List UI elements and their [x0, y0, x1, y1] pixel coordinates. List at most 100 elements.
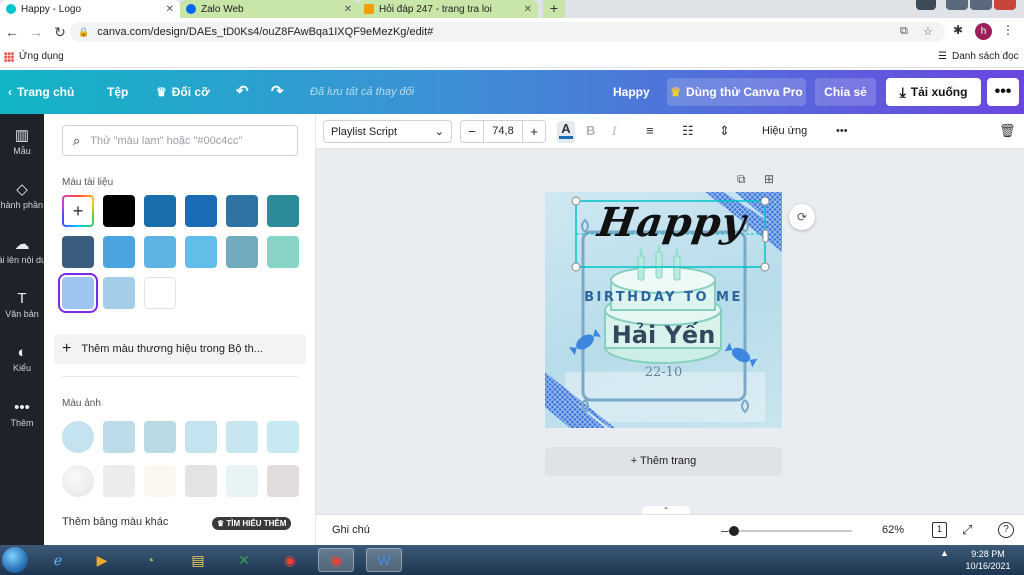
- try-canva-pro-button[interactable]: ♛ Dùng thử Canva Pro: [667, 78, 806, 106]
- notes-button[interactable]: Ghi chú: [332, 524, 370, 536]
- undo-icon[interactable]: ↶: [236, 82, 249, 100]
- color-swatch[interactable]: [185, 421, 217, 453]
- color-swatch[interactable]: [185, 236, 217, 268]
- color-swatch[interactable]: [144, 465, 176, 497]
- tab-happy-logo[interactable]: Happy - Logo ✕: [0, 0, 180, 18]
- word-icon[interactable]: W: [366, 548, 402, 572]
- new-tab-button[interactable]: +: [543, 0, 565, 18]
- more-options-button[interactable]: •••: [987, 78, 1019, 106]
- tab-zalo-web[interactable]: Zalo Web ✕: [180, 0, 358, 18]
- url-bar[interactable]: 🔒 canva.com/design/DAEs_tD0Ks4/ouZ8FAwBq…: [70, 22, 945, 42]
- color-swatch[interactable]: [144, 277, 176, 309]
- chrome-menu-kebab-icon[interactable]: ⋮: [1002, 23, 1014, 37]
- redo-icon[interactable]: ↷: [271, 82, 284, 100]
- date-text[interactable]: 22-10: [545, 365, 782, 380]
- color-swatch[interactable]: [267, 421, 299, 453]
- color-swatch[interactable]: [144, 421, 176, 453]
- color-search-input[interactable]: [90, 134, 281, 147]
- color-swatch[interactable]: [185, 465, 217, 497]
- chrome-menu-icon[interactable]: [916, 0, 936, 10]
- learn-more-button[interactable]: ♛ TÌM HIỂU THÊM: [212, 517, 292, 530]
- fullscreen-icon[interactable]: ⤢: [962, 522, 972, 538]
- color-swatch[interactable]: [185, 195, 217, 227]
- add-page-button[interactable]: + Thêm trang: [545, 447, 782, 476]
- color-search[interactable]: ⌕: [62, 125, 298, 156]
- share-button[interactable]: Chia sẻ: [815, 78, 876, 106]
- color-swatch[interactable]: [226, 195, 258, 227]
- media-player-icon[interactable]: ▶: [84, 548, 120, 572]
- font-family-select[interactable]: Playlist Script ⌄: [323, 120, 452, 143]
- bookmark-star-icon[interactable]: ☆: [923, 25, 933, 38]
- zoom-slider[interactable]: [728, 530, 852, 532]
- tab-hoi-dap[interactable]: Hỏi đáp 247 - trang tra loi ✕: [358, 0, 538, 18]
- color-swatch[interactable]: [267, 195, 299, 227]
- font-size-stepper[interactable]: − 74,8 +: [460, 120, 546, 143]
- file-menu-button[interactable]: Tệp: [107, 85, 128, 99]
- color-swatch[interactable]: [103, 195, 135, 227]
- photo-thumbnail[interactable]: [62, 465, 94, 497]
- zoom-level[interactable]: 62%: [882, 524, 904, 536]
- rail-item-text[interactable]: T Văn bản: [0, 290, 44, 319]
- color-swatch-selected[interactable]: [58, 273, 98, 313]
- excel-icon[interactable]: ✕: [226, 548, 262, 572]
- color-swatch[interactable]: [103, 277, 135, 309]
- font-size-value[interactable]: 74,8: [483, 121, 523, 142]
- color-swatch[interactable]: [267, 236, 299, 268]
- rail-item-uploads[interactable]: ☁ Tải lên nội dung ...: [0, 235, 66, 265]
- rotate-handle-icon[interactable]: ⟳: [789, 204, 815, 230]
- help-icon[interactable]: ?: [998, 522, 1014, 538]
- internet-explorer-icon[interactable]: ℯ: [40, 548, 76, 572]
- maximize-window-button[interactable]: [970, 0, 992, 10]
- close-tab-icon[interactable]: ✕: [166, 4, 174, 15]
- file-explorer-icon[interactable]: ▤: [180, 548, 216, 572]
- photo-thumbnail[interactable]: [62, 421, 94, 453]
- add-page-icon[interactable]: ⊞: [764, 172, 774, 186]
- color-swatch[interactable]: [144, 236, 176, 268]
- zoom-slider-handle[interactable]: [729, 526, 740, 536]
- birthday-text[interactable]: BIRTHDAY TO ME: [545, 290, 782, 305]
- rail-item-elements[interactable]: ◇ Thành phần: [0, 180, 44, 210]
- reading-list-button[interactable]: ☰ Danh sách đọc: [938, 51, 1019, 62]
- color-swatch[interactable]: [267, 465, 299, 497]
- system-clock[interactable]: 9:28 PM 10/16/2021: [958, 548, 1018, 572]
- profile-avatar[interactable]: h: [975, 23, 992, 40]
- name-text[interactable]: Hải Yến: [545, 321, 782, 349]
- effects-button[interactable]: Hiệu ứng: [762, 125, 807, 137]
- more-options-icon[interactable]: •••: [836, 125, 848, 137]
- design-title[interactable]: Happy: [613, 85, 650, 99]
- happy-text[interactable]: Happy: [594, 199, 751, 246]
- design-page[interactable]: Happy BIRTHDAY TO ME Hải Yến 22-10: [545, 192, 782, 428]
- rail-item-more[interactable]: ••• Thêm: [0, 399, 44, 428]
- home-button[interactable]: ‹ Trang chủ: [8, 85, 74, 99]
- tray-arrow-icon[interactable]: ▲: [940, 548, 949, 558]
- add-brand-colors-button[interactable]: + Thêm màu thương hiệu trong Bộ th...: [54, 334, 306, 364]
- color-swatch[interactable]: [144, 195, 176, 227]
- text-color-button[interactable]: A: [557, 121, 575, 143]
- color-swatch[interactable]: [103, 236, 135, 268]
- minimize-window-button[interactable]: [946, 0, 968, 10]
- close-tab-icon[interactable]: ✕: [524, 4, 532, 15]
- italic-icon[interactable]: I: [612, 123, 616, 139]
- app-icon[interactable]: ◔: [132, 548, 168, 572]
- extensions-puzzle-icon[interactable]: ✱: [953, 23, 963, 37]
- color-swatch[interactable]: [226, 421, 258, 453]
- chrome-profile-icon[interactable]: ◉: [318, 548, 354, 572]
- trash-icon[interactable]: 🗑: [999, 123, 1016, 139]
- close-window-button[interactable]: [994, 0, 1016, 10]
- color-swatch[interactable]: [103, 421, 135, 453]
- increase-size-button[interactable]: +: [523, 124, 545, 139]
- start-button[interactable]: [2, 547, 28, 573]
- install-app-icon[interactable]: ⧉: [900, 25, 908, 38]
- rail-item-templates[interactable]: ▥ Mẫu: [0, 126, 44, 156]
- color-swatch[interactable]: [226, 465, 258, 497]
- page-count-icon[interactable]: 1: [932, 522, 947, 538]
- resize-button[interactable]: ♛ Đổi cỡ: [156, 85, 210, 99]
- align-center-icon[interactable]: ≡: [646, 123, 654, 138]
- spacing-icon[interactable]: ⇕: [719, 123, 730, 139]
- list-icon[interactable]: ☷: [682, 123, 694, 139]
- decrease-size-button[interactable]: −: [461, 124, 483, 139]
- back-arrow-icon[interactable]: ←: [0, 24, 24, 40]
- chevron-up-icon[interactable]: ⌃: [642, 506, 690, 514]
- add-color-button[interactable]: +: [62, 195, 94, 227]
- color-swatch[interactable]: [62, 236, 94, 268]
